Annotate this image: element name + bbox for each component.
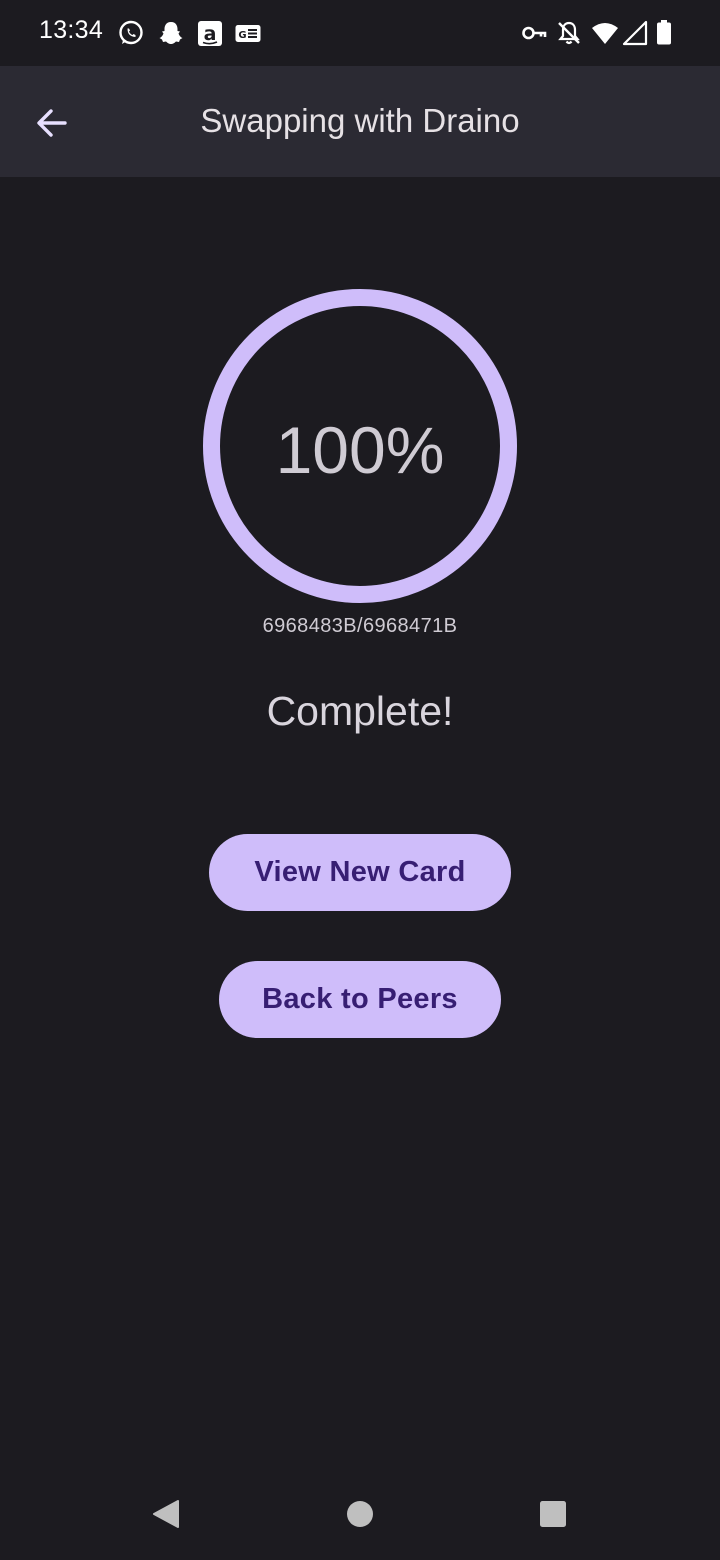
svg-text:a: a: [204, 23, 217, 45]
status-time: 13:34: [39, 16, 104, 44]
cell-signal-icon: [622, 19, 650, 47]
status-bar: 13:34 a G: [0, 0, 720, 66]
vpn-key-icon: [520, 19, 548, 47]
app-bar: Swapping with Draino: [0, 66, 720, 177]
progress-percent: 100%: [275, 413, 445, 487]
whatsapp-icon: [117, 19, 145, 47]
transfer-status: Complete!: [266, 688, 454, 734]
nav-home-button[interactable]: [338, 1492, 382, 1536]
notifications-off-icon: [555, 19, 583, 47]
nav-back-button[interactable]: [144, 1492, 188, 1536]
nav-recents-button[interactable]: [531, 1492, 575, 1536]
wifi-icon: [591, 19, 619, 47]
battery-icon: [650, 19, 678, 47]
recents-square-icon: [540, 1501, 566, 1527]
progress-bytes: 6968483B/6968471B: [262, 615, 458, 637]
view-new-card-label: View New Card: [254, 856, 466, 888]
amazon-icon: a: [196, 19, 224, 47]
page-title: Swapping with Draino: [200, 102, 520, 139]
back-to-peers-label: Back to Peers: [262, 983, 458, 1015]
view-new-card-button[interactable]: View New Card: [209, 834, 511, 911]
back-to-peers-button[interactable]: Back to Peers: [219, 961, 501, 1038]
system-nav-bar: [0, 1470, 720, 1560]
home-circle-icon: [347, 1501, 373, 1527]
news-icon: G: [234, 19, 262, 47]
svg-text:G: G: [238, 30, 246, 41]
snapchat-icon: [157, 19, 185, 47]
back-triangle-icon: [153, 1500, 179, 1528]
